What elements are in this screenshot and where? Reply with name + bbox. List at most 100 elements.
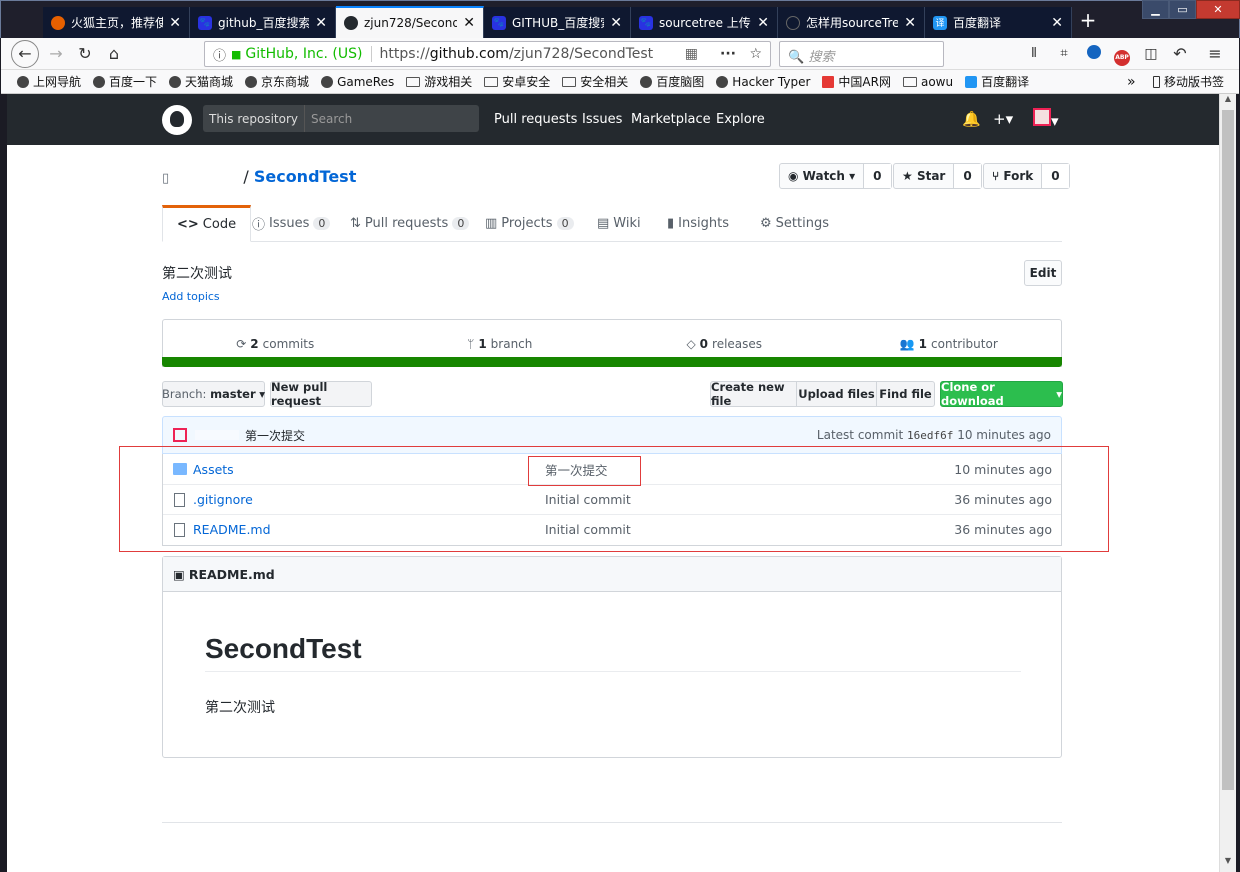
language-bar[interactable] bbox=[162, 357, 1062, 367]
search-bar[interactable]: 🔍 搜索 bbox=[779, 41, 944, 67]
user-avatar[interactable]: ▾ bbox=[1033, 108, 1059, 130]
close-tab-icon[interactable]: ✕ bbox=[463, 15, 475, 31]
fork-button[interactable]: ⑂ Fork bbox=[984, 164, 1043, 188]
bookmark-folder[interactable]: aowu bbox=[902, 75, 953, 89]
tab-issues[interactable]: ⓘ Issues 0 bbox=[238, 205, 344, 242]
bookmark-folder[interactable]: 安卓安全 bbox=[484, 73, 550, 90]
bookmark-item[interactable]: 百度脑图 bbox=[640, 73, 704, 90]
find-file-button[interactable]: Find file bbox=[876, 381, 935, 407]
bookmark-item[interactable]: GameRes bbox=[321, 75, 394, 89]
browser-tab[interactable]: 🐾sourcetree 上传项✕ bbox=[631, 7, 778, 38]
issue-icon: ⓘ bbox=[252, 218, 266, 233]
page-scrollbar[interactable]: ▲ ▼ bbox=[1219, 94, 1236, 872]
tab-projects[interactable]: ▥ Projects 0 bbox=[471, 205, 588, 242]
close-window-icon[interactable]: ✕ bbox=[1196, 0, 1240, 19]
scroll-up-icon[interactable]: ▲ bbox=[1220, 94, 1236, 108]
bookmark-item[interactable]: Hacker Typer bbox=[716, 75, 810, 89]
branch-select-button[interactable]: Branch: master ▾ bbox=[162, 381, 265, 407]
browser-tab[interactable]: 火狐主页，推荐使 ✕ bbox=[43, 7, 190, 38]
page-actions-icon[interactable]: ··· bbox=[720, 46, 736, 62]
close-tab-icon[interactable]: ✕ bbox=[757, 15, 769, 31]
create-new-icon[interactable]: +▾ bbox=[993, 110, 1013, 128]
menu-icon[interactable]: ≡ bbox=[1202, 42, 1228, 66]
library-icon[interactable]: ⫴ bbox=[1021, 42, 1047, 66]
nav-marketplace[interactable]: Marketplace bbox=[631, 112, 711, 127]
browser-tab[interactable]: 译百度翻译 ✕ bbox=[925, 7, 1072, 38]
scroll-thumb[interactable] bbox=[1222, 110, 1234, 790]
browser-tab[interactable]: 怎样用sourceTree ✕ bbox=[778, 7, 925, 38]
star-count[interactable]: 0 bbox=[954, 164, 981, 188]
bookmark-folder[interactable]: 游戏相关 bbox=[406, 73, 472, 90]
upload-files-button[interactable]: Upload files bbox=[796, 381, 877, 407]
adblock-icon[interactable]: ABP bbox=[1109, 42, 1135, 66]
create-new-file-button[interactable]: Create new file bbox=[710, 380, 797, 408]
bookmark-star-icon[interactable]: ☆ bbox=[749, 46, 762, 62]
close-tab-icon[interactable]: ✕ bbox=[169, 15, 181, 31]
repo-owner-link[interactable]: zjun728 bbox=[174, 167, 238, 186]
tab-pull-requests[interactable]: ⇅ Pull requests 0 bbox=[336, 205, 483, 242]
committer-avatar[interactable] bbox=[173, 428, 187, 442]
watch-count[interactable]: 0 bbox=[864, 164, 891, 188]
maximize-icon[interactable]: ▭ bbox=[1169, 0, 1196, 19]
bookmark-item[interactable]: 上网导航 bbox=[17, 73, 81, 90]
nav-pull-requests[interactable]: Pull requests bbox=[494, 112, 577, 127]
latest-commit-message[interactable]: 第一次提交 bbox=[245, 427, 305, 444]
browser-tab-active[interactable]: zjun728/SecondT ✕ bbox=[336, 6, 484, 38]
bookmark-item[interactable]: 京东商城 bbox=[245, 73, 309, 90]
new-tab-button[interactable]: + bbox=[1076, 8, 1100, 32]
globe-icon bbox=[17, 75, 29, 88]
new-pull-request-button[interactable]: New pull request bbox=[270, 380, 372, 408]
clone-download-button[interactable]: Clone or download ▾ bbox=[940, 380, 1063, 408]
nav-explore[interactable]: Explore bbox=[716, 112, 765, 127]
undo-icon[interactable]: ↶ bbox=[1167, 42, 1193, 66]
tab-settings[interactable]: ⚙ Settings bbox=[746, 205, 843, 242]
star-button-group: ★ Star 0 bbox=[893, 163, 982, 189]
sidebar-icon[interactable]: ◫ bbox=[1138, 42, 1164, 66]
close-tab-icon[interactable]: ✕ bbox=[1051, 15, 1063, 31]
nav-issues[interactable]: Issues bbox=[582, 112, 622, 127]
extension-icon[interactable] bbox=[1081, 42, 1107, 66]
repo-name-link[interactable]: SecondTest bbox=[254, 167, 357, 186]
tab-insights[interactable]: ▮ Insights bbox=[653, 205, 743, 242]
reload-icon[interactable]: ↻ bbox=[72, 42, 98, 66]
back-icon[interactable]: ← bbox=[11, 40, 39, 68]
url-text[interactable]: https://github.com/zjun728/SecondTest bbox=[370, 46, 653, 62]
forward-icon[interactable]: → bbox=[43, 42, 69, 66]
bookmark-item[interactable]: 百度一下 bbox=[93, 73, 157, 90]
committer-name[interactable] bbox=[195, 430, 239, 440]
globe-icon bbox=[321, 75, 334, 88]
close-tab-icon[interactable]: ✕ bbox=[904, 15, 916, 31]
bookmark-folder[interactable]: 安全相关 bbox=[562, 73, 628, 90]
home-icon[interactable]: ⌂ bbox=[101, 42, 127, 66]
repo-search[interactable]: This repository Search bbox=[203, 105, 479, 132]
github-logo-icon[interactable] bbox=[162, 105, 192, 135]
fork-count[interactable]: 0 bbox=[1042, 164, 1069, 188]
bookmark-item[interactable]: 中国AR网 bbox=[822, 73, 891, 90]
browser-tab[interactable]: 🐾 github_百度搜索 ✕ bbox=[190, 7, 336, 38]
qr-code-icon[interactable]: ▦ bbox=[685, 46, 698, 62]
bookmarks-overflow-icon[interactable]: » bbox=[1127, 74, 1136, 90]
commit-sha-link[interactable]: 16edf6f bbox=[907, 429, 953, 442]
folder-icon bbox=[902, 76, 917, 87]
screenshot-icon[interactable]: ⌗ bbox=[1051, 42, 1077, 66]
browser-tab[interactable]: 🐾 GITHUB_百度搜索 ✕ bbox=[484, 7, 631, 38]
tab-wiki[interactable]: ▤ Wiki bbox=[583, 205, 655, 242]
notifications-bell-icon[interactable]: 🔔 bbox=[962, 110, 981, 128]
minimize-icon[interactable]: ▁ bbox=[1142, 0, 1169, 19]
site-identity[interactable]: GitHub, Inc. (US) bbox=[245, 46, 362, 62]
url-bar[interactable]: ⓘ ■ GitHub, Inc. (US) https://github.com… bbox=[204, 41, 771, 67]
mobile-bookmarks[interactable]: 移动版书签 bbox=[1153, 73, 1224, 90]
scroll-down-icon[interactable]: ▼ bbox=[1220, 856, 1236, 870]
search-input[interactable]: Search bbox=[305, 112, 352, 126]
close-tab-icon[interactable]: ✕ bbox=[610, 15, 622, 31]
wiki-icon: ▤ bbox=[597, 216, 610, 231]
star-icon: ★ bbox=[902, 169, 917, 183]
bookmark-item[interactable]: 天猫商城 bbox=[169, 73, 233, 90]
info-icon[interactable]: ⓘ bbox=[213, 45, 226, 64]
close-tab-icon[interactable]: ✕ bbox=[315, 15, 327, 31]
star-button[interactable]: ★ Star bbox=[894, 164, 955, 188]
add-topics-link[interactable]: Add topics bbox=[162, 290, 220, 303]
bookmark-item[interactable]: 百度翻译 bbox=[965, 73, 1029, 90]
edit-button[interactable]: Edit bbox=[1024, 260, 1062, 286]
watch-button[interactable]: ◉ Watch ▾ bbox=[780, 164, 865, 188]
